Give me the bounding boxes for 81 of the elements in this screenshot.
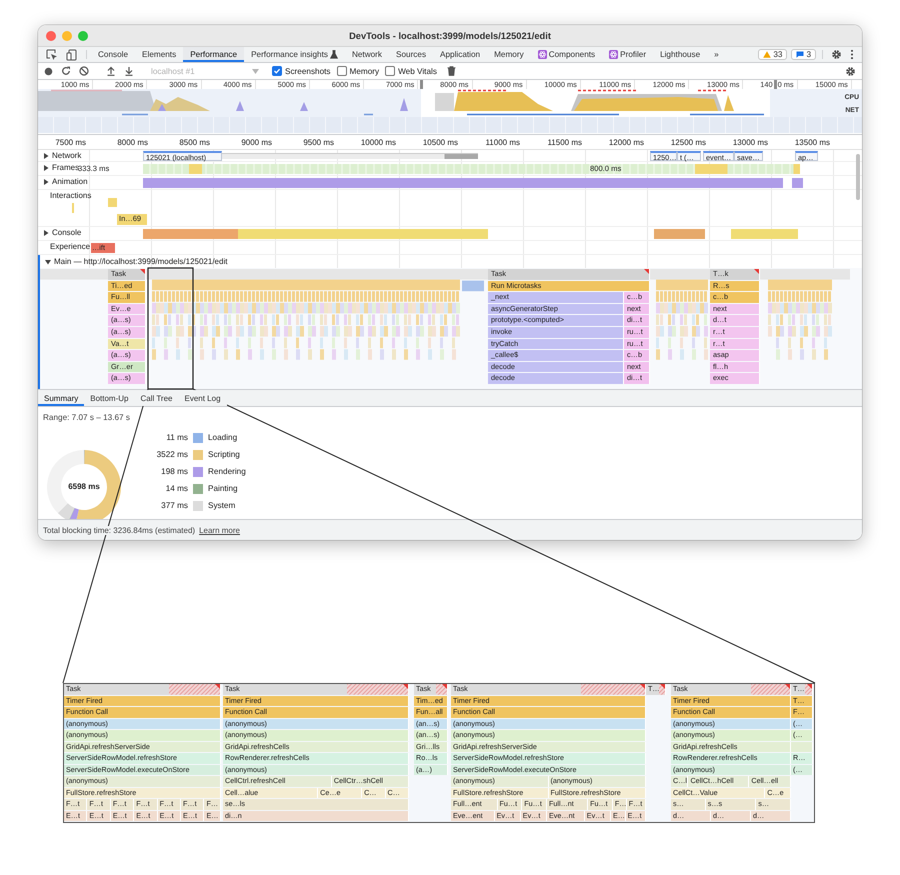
blocking-time-text: Total blocking time: 3236.84ms (estimated): [43, 526, 196, 534]
time-ruler-label: 9000 ms: [241, 138, 272, 146]
panel-tab[interactable]: Memory: [487, 47, 531, 62]
time-ruler-label: 13500 ms: [794, 138, 830, 146]
scrollbar[interactable]: [856, 154, 860, 200]
message-icon: [796, 51, 804, 58]
legend-label: Loading: [208, 433, 238, 442]
record-icon[interactable]: [44, 66, 53, 76]
settings-icon[interactable]: [831, 49, 842, 60]
legend-label: Rendering: [208, 467, 246, 476]
more-tabs-button[interactable]: »: [707, 47, 726, 62]
time-ruler-label: 7500 ms: [55, 138, 86, 146]
time-ruler-label: 13000 ms: [732, 138, 768, 146]
disclosure-triangle-icon[interactable]: [43, 230, 49, 236]
close-window-button[interactable]: [46, 30, 56, 40]
track-label[interactable]: Network: [52, 151, 82, 160]
time-ruler-label: 11500 ms: [547, 138, 582, 146]
panel-tab[interactable]: Console: [91, 47, 136, 62]
disclosure-triangle-icon[interactable]: [43, 178, 49, 184]
caret-icon: [252, 68, 259, 74]
panel-tab[interactable]: Network: [344, 47, 389, 62]
time-ruler-label: 12500 ms: [670, 138, 706, 146]
disclosure-triangle-icon[interactable]: [45, 258, 51, 264]
legend-value: 198 ms: [160, 467, 188, 476]
clear-icon[interactable]: [79, 66, 89, 76]
time-ruler-label: 10000 ms: [360, 138, 396, 146]
messages-badge[interactable]: 3: [791, 49, 816, 60]
track-label[interactable]: Animation: [52, 177, 88, 186]
trash-icon[interactable]: [446, 66, 456, 76]
track-label[interactable]: Experience: [50, 242, 90, 251]
time-ruler-label: 8000 ms: [117, 138, 148, 146]
panel-tab[interactable]: Performance: [183, 47, 244, 62]
track-label[interactable]: Main — http://localhost:3999/models/125021/edit: [54, 257, 228, 266]
react-logo-icon: [609, 50, 618, 59]
time-ruler-label: 10500 ms: [422, 138, 458, 146]
legend-value: 11 ms: [165, 433, 188, 442]
track-label[interactable]: Interactions: [50, 191, 92, 200]
panel-tab[interactable]: Application: [433, 47, 488, 62]
track-label[interactable]: Frames: [52, 163, 80, 172]
inspect-element-icon[interactable]: [46, 48, 58, 60]
legend-value: 377 ms: [160, 501, 188, 510]
time-ruler-label: 8500 ms: [179, 138, 210, 146]
reload-icon[interactable]: [61, 66, 71, 76]
window-title: DevTools - localhost:3999/models/125021/edit: [348, 30, 552, 40]
warnings-badge[interactable]: 33: [758, 49, 788, 60]
react-logo-icon: [538, 50, 547, 59]
download-icon[interactable]: [124, 66, 134, 76]
more-options-icon[interactable]: [850, 49, 854, 60]
legend-label: System: [208, 501, 236, 510]
legend-value: 14 ms: [164, 484, 188, 493]
checkbox[interactable]: [385, 66, 396, 76]
panel-tab[interactable]: Performance insights: [244, 47, 345, 62]
checkbox[interactable]: [336, 66, 347, 76]
upload-icon[interactable]: [106, 66, 116, 76]
settings-icon[interactable]: [845, 66, 856, 76]
learn-more-link[interactable]: Learn more: [199, 526, 240, 534]
checkbox-label: Web Vitals: [398, 66, 437, 76]
track-label[interactable]: Console: [52, 228, 82, 237]
time-ruler-label: 9500 ms: [303, 138, 334, 146]
range-handle[interactable]: [774, 80, 777, 89]
time-ruler-label: 12000 ms: [608, 138, 644, 146]
legend-label: Scripting: [208, 450, 240, 459]
warning-icon: [763, 51, 772, 58]
total-time-label: 6598 ms: [67, 482, 101, 491]
panel-tab[interactable]: Profiler: [602, 47, 654, 62]
panel-tab[interactable]: Sources: [389, 47, 434, 62]
panel-tab[interactable]: Elements: [135, 47, 184, 62]
device-toolbar-icon[interactable]: [66, 48, 78, 60]
legend-value: 3522 ms: [156, 450, 188, 459]
range-handle[interactable]: [420, 80, 423, 89]
time-ruler-label: 11000 ms: [485, 138, 520, 146]
disclosure-triangle-icon[interactable]: [43, 152, 49, 158]
checkbox[interactable]: [272, 66, 282, 76]
checkbox-label: Memory: [350, 66, 380, 76]
panel-tab[interactable]: Lighthouse: [653, 47, 708, 62]
panel-tab[interactable]: Components: [530, 47, 602, 62]
checkbox-label: Screenshots: [285, 66, 331, 76]
disclosure-triangle-icon[interactable]: [43, 164, 49, 170]
range-label: Range: 7.07 s – 13.67 s: [42, 412, 131, 422]
flask-icon: [330, 50, 338, 59]
legend-label: Painting: [208, 484, 238, 493]
